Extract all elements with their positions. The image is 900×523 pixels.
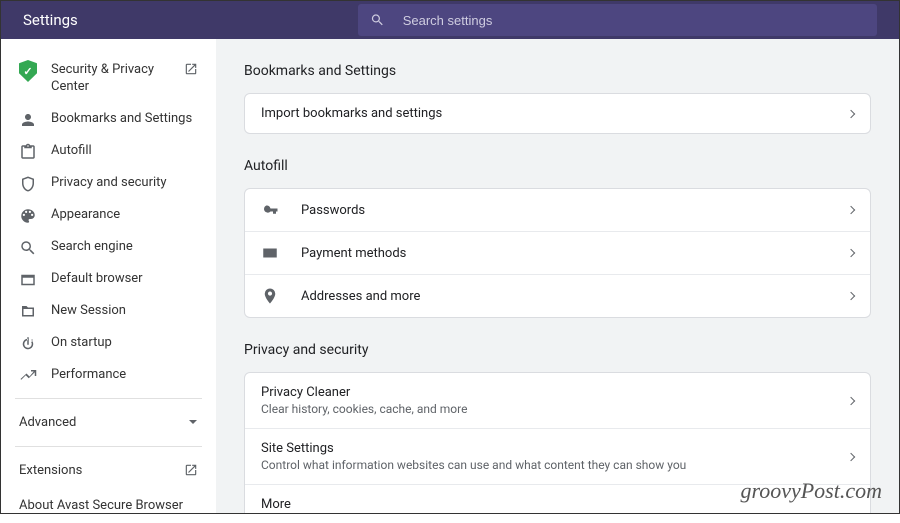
advanced-label: Advanced (19, 415, 76, 430)
section-title-autofill: Autofill (244, 158, 871, 174)
sidebar-item-performance[interactable]: Performance (1, 360, 216, 392)
row-import-bookmarks[interactable]: Import bookmarks and settings (245, 94, 870, 133)
search-box[interactable] (358, 4, 877, 36)
shield-check-icon (19, 62, 37, 80)
row-passwords[interactable]: Passwords (245, 189, 870, 231)
search-input[interactable] (403, 13, 865, 28)
sidebar-item-new-session[interactable]: New Session (1, 296, 216, 328)
person-icon (19, 111, 37, 129)
row-title: Payment methods (301, 246, 848, 261)
page-title: Settings (23, 11, 78, 29)
divider (15, 446, 202, 447)
row-title: Passwords (301, 203, 848, 218)
sidebar-item-extensions[interactable]: Extensions (1, 453, 216, 488)
card-bookmarks: Import bookmarks and settings (244, 93, 871, 134)
row-subtitle: Clear history, cookies, cache, and more (261, 402, 848, 416)
browser-icon (19, 271, 37, 289)
sidebar-item-default-browser[interactable]: Default browser (1, 264, 216, 296)
row-title: Addresses and more (301, 289, 848, 304)
chevron-right-icon (847, 206, 855, 214)
sidebar-item-label: Security & Privacy Center (51, 62, 184, 96)
row-more[interactable]: More (245, 484, 870, 513)
row-privacy-cleaner[interactable]: Privacy Cleaner Clear history, cookies, … (245, 373, 870, 428)
sidebar-item-security-privacy-center[interactable]: Security & Privacy Center (1, 54, 216, 104)
sidebar-item-label: Appearance (51, 207, 198, 224)
chevron-right-icon (847, 292, 855, 300)
row-addresses[interactable]: Addresses and more (245, 274, 870, 317)
trend-icon (19, 367, 37, 385)
row-title: More (261, 497, 854, 512)
row-title: Import bookmarks and settings (261, 106, 848, 121)
chevron-down-icon (188, 417, 198, 427)
chevron-right-icon (847, 109, 855, 117)
search-icon (370, 12, 385, 28)
sidebar-item-autofill[interactable]: Autofill (1, 136, 216, 168)
about-label: About Avast Secure Browser (19, 498, 183, 513)
folder-icon (19, 303, 37, 321)
extensions-label: Extensions (19, 463, 82, 478)
row-subtitle: Control what information websites can us… (261, 458, 848, 472)
sidebar-item-label: Default browser (51, 271, 198, 288)
row-payment-methods[interactable]: Payment methods (245, 231, 870, 274)
sidebar-item-search-engine[interactable]: Search engine (1, 232, 216, 264)
card-privacy: Privacy Cleaner Clear history, cookies, … (244, 372, 871, 513)
card-icon (261, 244, 279, 262)
row-site-settings[interactable]: Site Settings Control what information w… (245, 428, 870, 484)
sidebar-item-about[interactable]: About Avast Secure Browser (1, 488, 216, 523)
section-title-bookmarks: Bookmarks and Settings (244, 63, 871, 79)
power-icon (19, 335, 37, 353)
row-title: Privacy Cleaner (261, 385, 848, 400)
sidebar-item-label: On startup (51, 335, 198, 352)
sidebar: Security & Privacy Center Bookmarks and … (1, 39, 216, 513)
pin-icon (261, 287, 279, 305)
chevron-right-icon (847, 249, 855, 257)
search-icon (19, 239, 37, 257)
sidebar-item-label: New Session (51, 303, 198, 320)
section-title-privacy: Privacy and security (244, 342, 871, 358)
chevron-right-icon (847, 396, 855, 404)
palette-icon (19, 207, 37, 225)
divider (15, 398, 202, 399)
sidebar-item-on-startup[interactable]: On startup (1, 328, 216, 360)
row-title: Site Settings (261, 441, 848, 456)
sidebar-item-appearance[interactable]: Appearance (1, 200, 216, 232)
sidebar-item-privacy-security[interactable]: Privacy and security (1, 168, 216, 200)
sidebar-item-label: Bookmarks and Settings (51, 111, 198, 128)
header: Settings (1, 1, 899, 39)
card-autofill: Passwords Payment methods Addresses and … (244, 188, 871, 318)
shield-icon (19, 175, 37, 193)
advanced-toggle[interactable]: Advanced (1, 405, 216, 440)
chevron-right-icon (847, 452, 855, 460)
sidebar-item-label: Search engine (51, 239, 198, 256)
external-link-icon (184, 463, 198, 477)
key-icon (261, 201, 279, 219)
sidebar-item-label: Performance (51, 367, 198, 384)
external-link-icon (184, 62, 198, 76)
sidebar-item-label: Autofill (51, 143, 198, 160)
main-content: Bookmarks and Settings Import bookmarks … (216, 39, 899, 513)
sidebar-item-label: Privacy and security (51, 175, 198, 192)
clipboard-icon (19, 143, 37, 161)
sidebar-item-bookmarks-settings[interactable]: Bookmarks and Settings (1, 104, 216, 136)
